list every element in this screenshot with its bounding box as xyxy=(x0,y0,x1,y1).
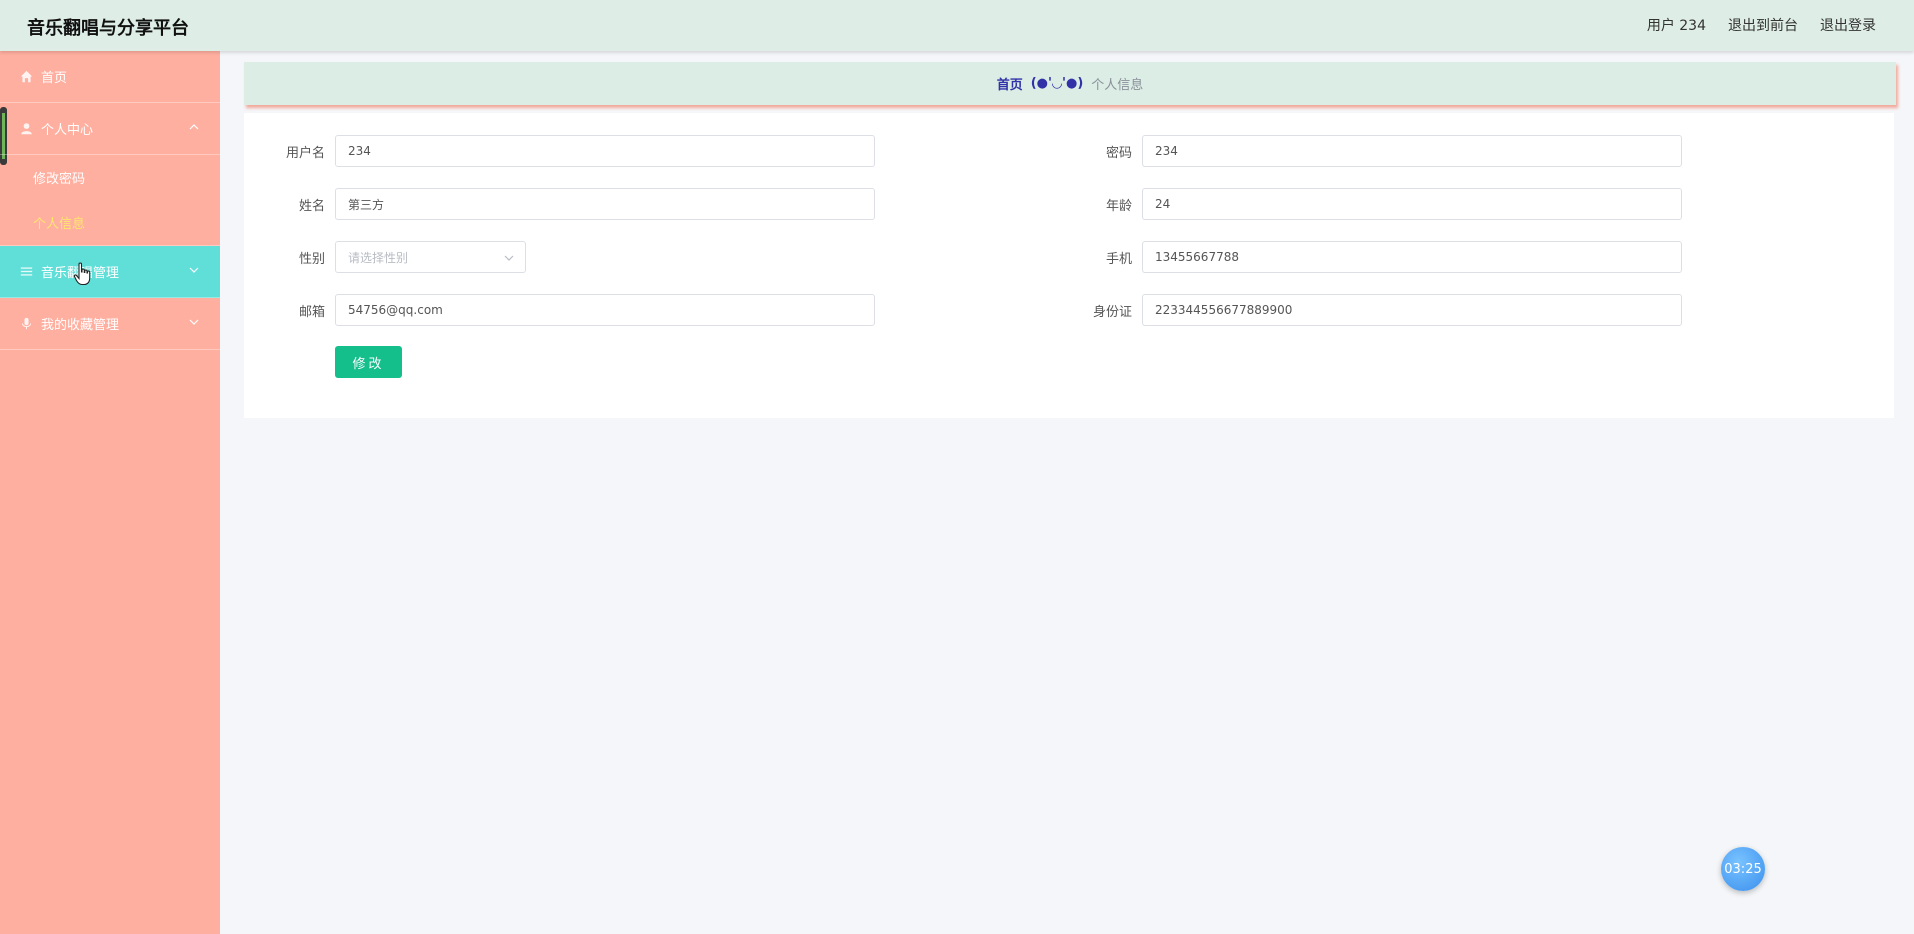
breadcrumb: 首页 (●'◡'●) 个人信息 xyxy=(244,62,1896,105)
gender-row: 性别 请选择性别 xyxy=(264,241,526,273)
microphone-icon xyxy=(19,317,33,331)
breadcrumb-separator: (●'◡'●) xyxy=(1030,76,1084,91)
age-row: 年龄 24 xyxy=(1071,188,1682,220)
sidebar-item-label: 首页 xyxy=(41,71,68,86)
name-input[interactable]: 第三方 xyxy=(335,188,875,220)
idcard-label: 身份证 xyxy=(1092,304,1132,320)
name-row: 姓名 第三方 xyxy=(264,188,875,220)
gender-select[interactable]: 请选择性别 xyxy=(335,241,526,273)
user-icon xyxy=(19,122,33,136)
logout-link[interactable]: 退出登录 xyxy=(1820,15,1876,35)
password-input[interactable]: 234 xyxy=(1142,135,1682,167)
chevron-down-icon xyxy=(188,316,202,330)
phone-row: 手机 13455667788 xyxy=(1071,241,1682,273)
current-user: 用户 234 xyxy=(1646,18,1706,34)
username-row: 用户名 234 xyxy=(264,135,875,167)
sidebar-item-home[interactable]: 首页 xyxy=(0,51,220,103)
age-input[interactable]: 24 xyxy=(1142,188,1682,220)
submit-button[interactable]: 修改 xyxy=(335,346,402,378)
personal-center-submenu: 修改密码 个人信息 xyxy=(0,155,220,246)
gender-label: 性别 xyxy=(298,251,325,267)
header-actions: 用户 234 退出到前台 退出登录 xyxy=(1647,15,1876,35)
username-input[interactable]: 234 xyxy=(335,135,875,167)
breadcrumb-current: 个人信息 xyxy=(1091,78,1144,93)
sidebar-subitem-change-password[interactable]: 修改密码 xyxy=(0,155,220,200)
gender-placeholder: 请选择性别 xyxy=(348,250,409,265)
top-header: 音乐翻唱与分享平台 用户 234 退出到前台 退出登录 xyxy=(0,0,1914,51)
sidebar-item-label: 我的收藏管理 xyxy=(41,318,120,333)
sidebar: 首页 个人中心 修改密码 个人信息 音乐翻唱管理 我的收藏管理 xyxy=(0,51,220,934)
phone-input[interactable]: 13455667788 xyxy=(1142,241,1682,273)
sidebar-subitem-personal-info[interactable]: 个人信息 xyxy=(0,200,220,245)
name-label: 姓名 xyxy=(298,198,325,214)
idcard-input[interactable]: 223344556677889900 xyxy=(1142,294,1682,326)
back-to-front-link[interactable]: 退出到前台 xyxy=(1728,15,1798,35)
email-label: 邮箱 xyxy=(298,304,325,320)
age-label: 年龄 xyxy=(1105,198,1132,214)
list-icon xyxy=(19,265,33,279)
chevron-down-icon xyxy=(188,264,202,278)
timer-badge[interactable]: 03:25 xyxy=(1721,847,1765,891)
sidebar-item-music-cover[interactable]: 音乐翻唱管理 xyxy=(0,246,220,298)
password-row: 密码 234 xyxy=(1071,135,1682,167)
username-label: 用户名 xyxy=(285,145,325,161)
sidebar-item-personal-center[interactable]: 个人中心 xyxy=(0,103,220,155)
email-input[interactable]: 54756@qq.com xyxy=(335,294,875,326)
chevron-down-icon xyxy=(503,252,515,264)
sidebar-item-label: 个人中心 xyxy=(41,123,94,138)
password-label: 密码 xyxy=(1105,145,1132,161)
hand-cursor-icon xyxy=(73,262,93,286)
idcard-row: 身份证 223344556677889900 xyxy=(1071,294,1682,326)
phone-label: 手机 xyxy=(1105,251,1132,267)
sidebar-item-favorites[interactable]: 我的收藏管理 xyxy=(0,298,220,350)
email-row: 邮箱 54756@qq.com xyxy=(264,294,875,326)
breadcrumb-home[interactable]: 首页 xyxy=(997,74,1023,93)
personal-info-form: 用户名 234 密码 234 姓名 第三方 年龄 24 性别 请选择性别 手机 … xyxy=(244,113,1894,418)
home-icon xyxy=(19,70,33,84)
chevron-up-icon xyxy=(188,121,202,135)
app-title: 音乐翻唱与分享平台 xyxy=(27,18,189,39)
